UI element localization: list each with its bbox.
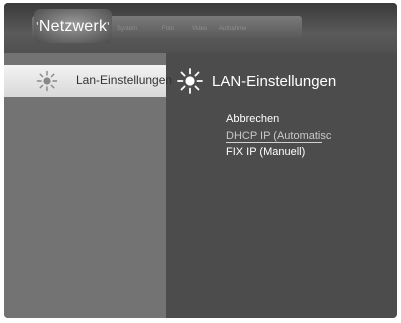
tv-screen: System Foto Video Aufnahme 'Netzwerk' La… <box>4 3 397 318</box>
option-fix-ip[interactable]: FIX IP (Manuell) <box>226 146 305 158</box>
option-abbrechen[interactable]: Abbrechen <box>226 113 279 125</box>
sun-icon <box>36 70 58 92</box>
tab-bracket-right: ' <box>107 19 110 34</box>
tab-foto[interactable]: Foto <box>162 26 174 32</box>
top-menu-bar: System Foto Video Aufnahme 'Netzwerk' <box>4 3 397 53</box>
tab-netzwerk[interactable]: 'Netzwerk' <box>34 9 112 43</box>
tab-system[interactable]: System <box>117 26 137 32</box>
option-dhcp-ip[interactable]: DHCP IP (Automatisc <box>226 130 331 143</box>
sidebar-item-lan-einstellungen[interactable]: Lan-Einstellungen <box>4 65 172 97</box>
content-panel: LAN-Einstellungen Abbrechen DHCP IP (Aut… <box>166 53 397 318</box>
tab-netzwerk-label: Netzwerk <box>38 18 108 35</box>
sidebar-item-label: Lan-Einstellungen <box>76 73 173 87</box>
tab-aufnahme[interactable]: Aufnahme <box>219 26 246 32</box>
tab-video[interactable]: Video <box>192 26 207 32</box>
page-title: LAN-Einstellungen <box>212 73 337 90</box>
sidebar: Lan-Einstellungen <box>4 53 172 318</box>
sun-icon <box>177 68 203 94</box>
